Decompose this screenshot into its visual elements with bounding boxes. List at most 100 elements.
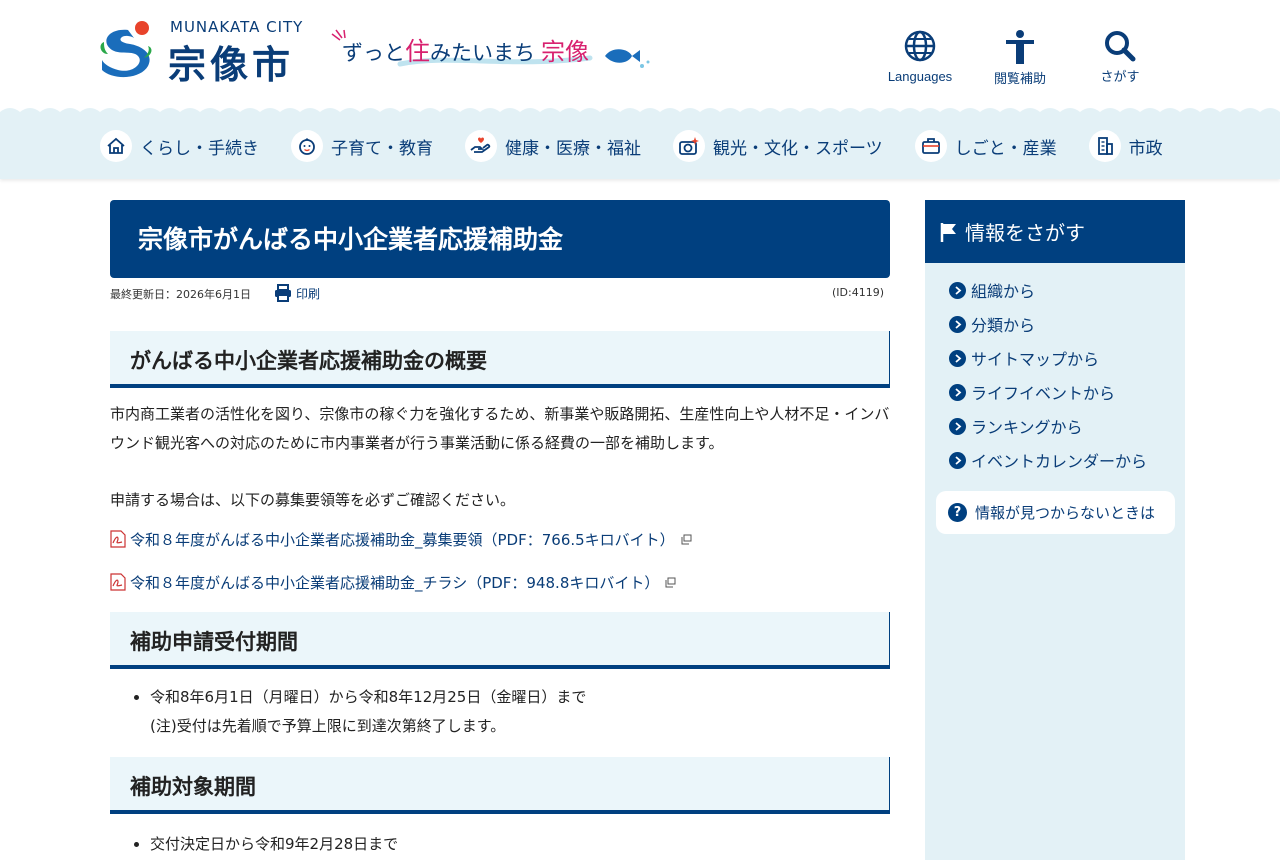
nav-icon-wrap	[291, 130, 323, 162]
accessibility-button[interactable]: 閲覧補助	[970, 30, 1070, 87]
house-icon	[107, 137, 125, 154]
nav-icon-wrap	[1088, 130, 1121, 162]
chevron-right-icon	[949, 417, 966, 435]
sidebar-list: 組織から 分類から サイトマップから ライフイベントから ランキングから イベン…	[925, 263, 1185, 477]
print-label: 印刷	[296, 286, 321, 301]
sidebar-item-label: 分類から	[971, 316, 1036, 335]
nav-item-label: くらし・手続き	[140, 138, 259, 159]
nav-item-label: 観光・文化・スポーツ	[713, 138, 883, 159]
sidebar: 情報をさがす 組織から 分類から サイトマップから ライフイベントから ランキン…	[925, 200, 1185, 860]
not-found-label: 情報が見つからないときは	[975, 504, 1156, 522]
nav-item-living[interactable]: くらし・手続き	[100, 130, 259, 162]
header-tools: Languages 閲覧補助 さがす	[870, 30, 1170, 87]
city-catchphrase: ずっと住みたいまち 宗像	[330, 28, 650, 78]
nav-item-city-government[interactable]: 市政	[1088, 130, 1163, 162]
overview-text: 市内商工業者の活性化を図り、宗像市の稼ぐ力を強化するため、新事業や販路開拓、生産…	[110, 405, 890, 452]
site-logo[interactable]: MUNAKATA CITY 宗像市	[98, 18, 313, 87]
nav-item-tourism[interactable]: 観光・文化・スポーツ	[673, 130, 883, 162]
chevron-right-icon	[949, 315, 966, 333]
nav-item-health[interactable]: 健康・医療・福祉	[465, 130, 641, 162]
chevron-right-icon	[949, 349, 966, 367]
chevron-right-icon	[949, 451, 966, 469]
city-emblem-icon	[100, 21, 152, 78]
page-title: 宗像市がんばる中小企業者応援補助金	[110, 200, 890, 278]
external-window-icon	[681, 534, 692, 544]
target-item: 交付決定日から令和9年2月28日まで	[150, 835, 399, 853]
nav-item-label: 健康・医療・福祉	[505, 138, 641, 159]
list-item: 交付決定日から令和9年2月28日まで	[150, 830, 890, 859]
main-content: 宗像市がんばる中小企業者応援補助金 最終更新日：2026年6月1日 印刷 (ID…	[110, 200, 890, 859]
sidebar-item-label: イベントカレンダーから	[971, 452, 1148, 471]
chevron-right-icon	[949, 383, 966, 401]
catch-part-3: みたいまち	[430, 41, 536, 65]
search-icon	[1105, 31, 1136, 62]
site-header: MUNAKATA CITY 宗像市 ずっと住みたいまち宗像 Languages	[0, 0, 1280, 112]
pdf-icon	[110, 573, 126, 591]
print-button[interactable]: 印刷	[274, 284, 320, 302]
nav-icon-wrap	[673, 130, 705, 162]
chevron-right-icon	[949, 281, 966, 299]
header-wave-divider	[0, 108, 1280, 116]
languages-button[interactable]: Languages	[870, 30, 970, 87]
city-hall-icon	[1097, 137, 1113, 155]
period-item: 令和8年6月1日（月曜日）から令和8年12月25日（金曜日）まで	[150, 688, 587, 706]
languages-label: Languages	[887, 69, 953, 84]
nav-icon-wrap	[914, 130, 947, 162]
briefcase-icon	[921, 138, 940, 154]
application-period-list: 令和8年6月1日（月曜日）から令和8年12月25日（金曜日）まで (注)受付は先…	[150, 683, 890, 741]
nav-item-label: 子育て・教育	[331, 138, 433, 159]
target-period-list: 交付決定日から令和9年2月28日まで	[150, 830, 890, 859]
confirm-text: 申請する場合は、以下の募集要領等を必ずご確認ください。	[110, 491, 516, 509]
heading-overview: がんばる中小企業者応援補助金の概要	[110, 331, 890, 388]
sidebar-item-life-events[interactable]: ライフイベントから	[949, 375, 1185, 409]
not-found-help-button[interactable]: ? 情報が見つからないときは	[936, 491, 1175, 534]
sidebar-item-category[interactable]: 分類から	[949, 307, 1185, 341]
accessibility-label: 閲覧補助	[993, 71, 1046, 86]
nav-item-work[interactable]: しごと・産業	[914, 130, 1057, 162]
heading-application-period: 補助申請受付期間	[110, 612, 890, 669]
nav-icon-wrap	[465, 130, 497, 162]
sidebar-heading-label: 情報をさがす	[965, 221, 1085, 245]
pdf-link-label: 令和８年度がんばる中小企業者応援補助金_チラシ（PDF：948.8キロバイト）	[130, 573, 660, 592]
flag-icon	[940, 222, 956, 242]
nav-item-label: 市政	[1128, 138, 1163, 159]
list-item: 令和8年6月1日（月曜日）から令和8年12月25日（金曜日）まで (注)受付は先…	[150, 683, 890, 741]
last-updated: 最終更新日：2026年6月1日	[110, 288, 251, 301]
logo-japanese: 宗像市	[168, 43, 295, 87]
nav-icon-wrap	[100, 130, 132, 162]
catchphrase-text: ずっと住みたいまち 宗像	[342, 32, 589, 68]
accessibility-icon	[1006, 30, 1034, 64]
sidebar-item-label: ライフイベントから	[971, 384, 1116, 403]
camera-icon	[679, 137, 699, 155]
nav-item-childcare[interactable]: 子育て・教育	[291, 130, 433, 162]
catch-part-4: 宗像	[541, 38, 590, 66]
pdf-icon	[110, 530, 126, 548]
search-button[interactable]: さがす	[1070, 30, 1170, 87]
page-meta: 最終更新日：2026年6月1日 印刷 (ID:4119)	[110, 284, 890, 316]
sidebar-item-sitemap[interactable]: サイトマップから	[949, 341, 1185, 375]
search-label: さがす	[1100, 69, 1140, 84]
catch-part-1: ずっと	[342, 41, 405, 65]
pdf-link-label: 令和８年度がんばる中小企業者応援補助金_募集要領（PDF：766.5キロバイト）	[130, 530, 675, 549]
sidebar-item-label: サイトマップから	[971, 350, 1100, 369]
baby-icon	[299, 138, 315, 155]
catch-part-2: 住	[405, 37, 431, 66]
sidebar-item-label: 組織から	[971, 282, 1036, 301]
pdf-link-flyer[interactable]: 令和８年度がんばる中小企業者応援補助金_チラシ（PDF：948.8キロバイト）	[110, 568, 890, 596]
nav-item-label: しごと・産業	[954, 138, 1057, 159]
globe-icon	[904, 30, 936, 62]
sidebar-heading: 情報をさがす	[925, 200, 1185, 263]
global-nav-items: くらし・手続き 子育て・教育 健康・医療・福祉 観光・文化・スポーツ しごと・産…	[100, 130, 1195, 162]
sidebar-item-organization[interactable]: 組織から	[949, 273, 1185, 307]
heading-target-period: 補助対象期間	[110, 757, 890, 814]
pdf-link-guidelines[interactable]: 令和８年度がんばる中小企業者応援補助金_募集要領（PDF：766.5キロバイト）	[110, 525, 890, 553]
sidebar-item-label: ランキングから	[971, 418, 1083, 437]
printer-icon	[275, 284, 291, 302]
external-window-icon	[665, 577, 676, 587]
care-hand-icon	[470, 137, 491, 153]
sidebar-item-ranking[interactable]: ランキングから	[949, 409, 1185, 443]
period-note: (注)受付は先着順で予算上限に到達次第終了します。	[150, 717, 506, 735]
question-icon: ?	[948, 503, 967, 522]
sidebar-item-event-calendar[interactable]: イベントカレンダーから	[949, 443, 1185, 477]
global-nav: くらし・手続き 子育て・教育 健康・医療・福祉 観光・文化・スポーツ しごと・産…	[0, 112, 1280, 179]
